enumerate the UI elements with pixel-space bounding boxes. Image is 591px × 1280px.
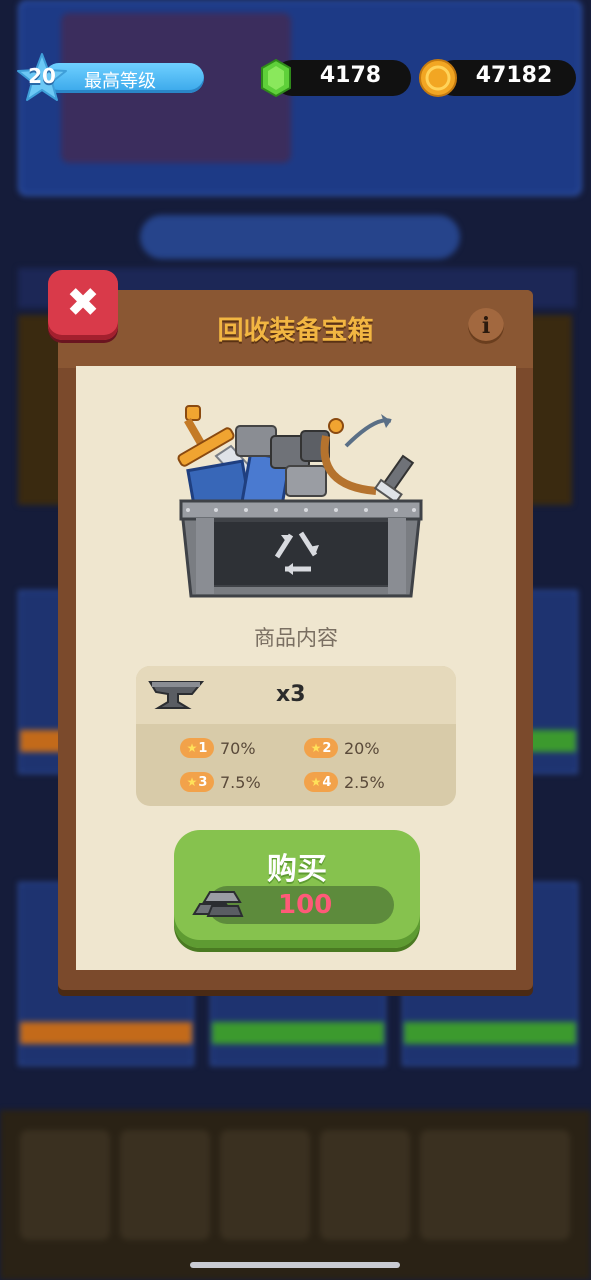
rate-2: ★ 2 20% <box>304 738 380 758</box>
rate-value: 70% <box>220 738 256 758</box>
item-row: x3 <box>136 666 456 724</box>
gem-counter[interactable]: 4178 <box>256 58 411 98</box>
iron-ingot-icon <box>192 891 244 917</box>
level-label: 最高等级 <box>84 71 156 92</box>
rate-4: ★ 4 2.5% <box>304 772 385 792</box>
close-button[interactable]: ✖ <box>48 270 118 340</box>
info-icon[interactable]: i <box>468 308 504 344</box>
modal-header: 回收装备宝箱 i <box>58 290 533 368</box>
home-indicator[interactable] <box>190 1262 400 1268</box>
bottom-nav <box>0 1110 591 1280</box>
star-badge: ★ 1 <box>180 738 214 758</box>
bg-pill <box>140 215 460 259</box>
star-badge: ★ 2 <box>304 738 338 758</box>
level-pill: 最高等级 <box>44 63 204 93</box>
coin-count: 47182 <box>475 63 553 88</box>
gem-icon <box>261 58 291 98</box>
rate-value: 2.5% <box>344 772 385 792</box>
close-icon: ✖ <box>66 280 100 326</box>
gem-count: 4178 <box>319 63 382 88</box>
price-value: 100 <box>278 890 333 920</box>
modal-title: 回收装备宝箱 <box>217 316 374 346</box>
recycle-chest-image <box>177 405 423 598</box>
coin-icon <box>419 59 457 97</box>
item-quantity: x3 <box>276 682 306 707</box>
anvil-icon <box>148 681 204 709</box>
buy-label: 购买 <box>267 852 327 887</box>
star-icon: 20 <box>16 52 68 104</box>
star-badge: ★ 3 <box>180 772 214 792</box>
rate-value: 7.5% <box>220 772 261 792</box>
rate-1: ★ 1 70% <box>180 738 256 758</box>
coin-counter[interactable]: 47182 <box>418 58 576 98</box>
rate-3: ★ 3 7.5% <box>180 772 261 792</box>
chest-modal: 回收装备宝箱 i 商品内容 x3 ★ 1 70% ★ 2 20% ★ 3 7.5… <box>58 290 533 990</box>
contents-label: 商品内容 <box>254 626 338 650</box>
rate-value: 20% <box>344 738 380 758</box>
parchment-panel: 商品内容 x3 ★ 1 70% ★ 2 20% ★ 3 7.5% ★ 4 2.5… <box>76 366 516 970</box>
drop-rate-panel: x3 ★ 1 70% ★ 2 20% ★ 3 7.5% ★ 4 2.5% <box>136 666 456 806</box>
level-badge[interactable]: 最高等级 20 <box>16 53 204 101</box>
star-badge: ★ 4 <box>304 772 338 792</box>
buy-button[interactable]: 购买 100 <box>174 830 420 948</box>
level-number: 20 <box>28 64 56 88</box>
